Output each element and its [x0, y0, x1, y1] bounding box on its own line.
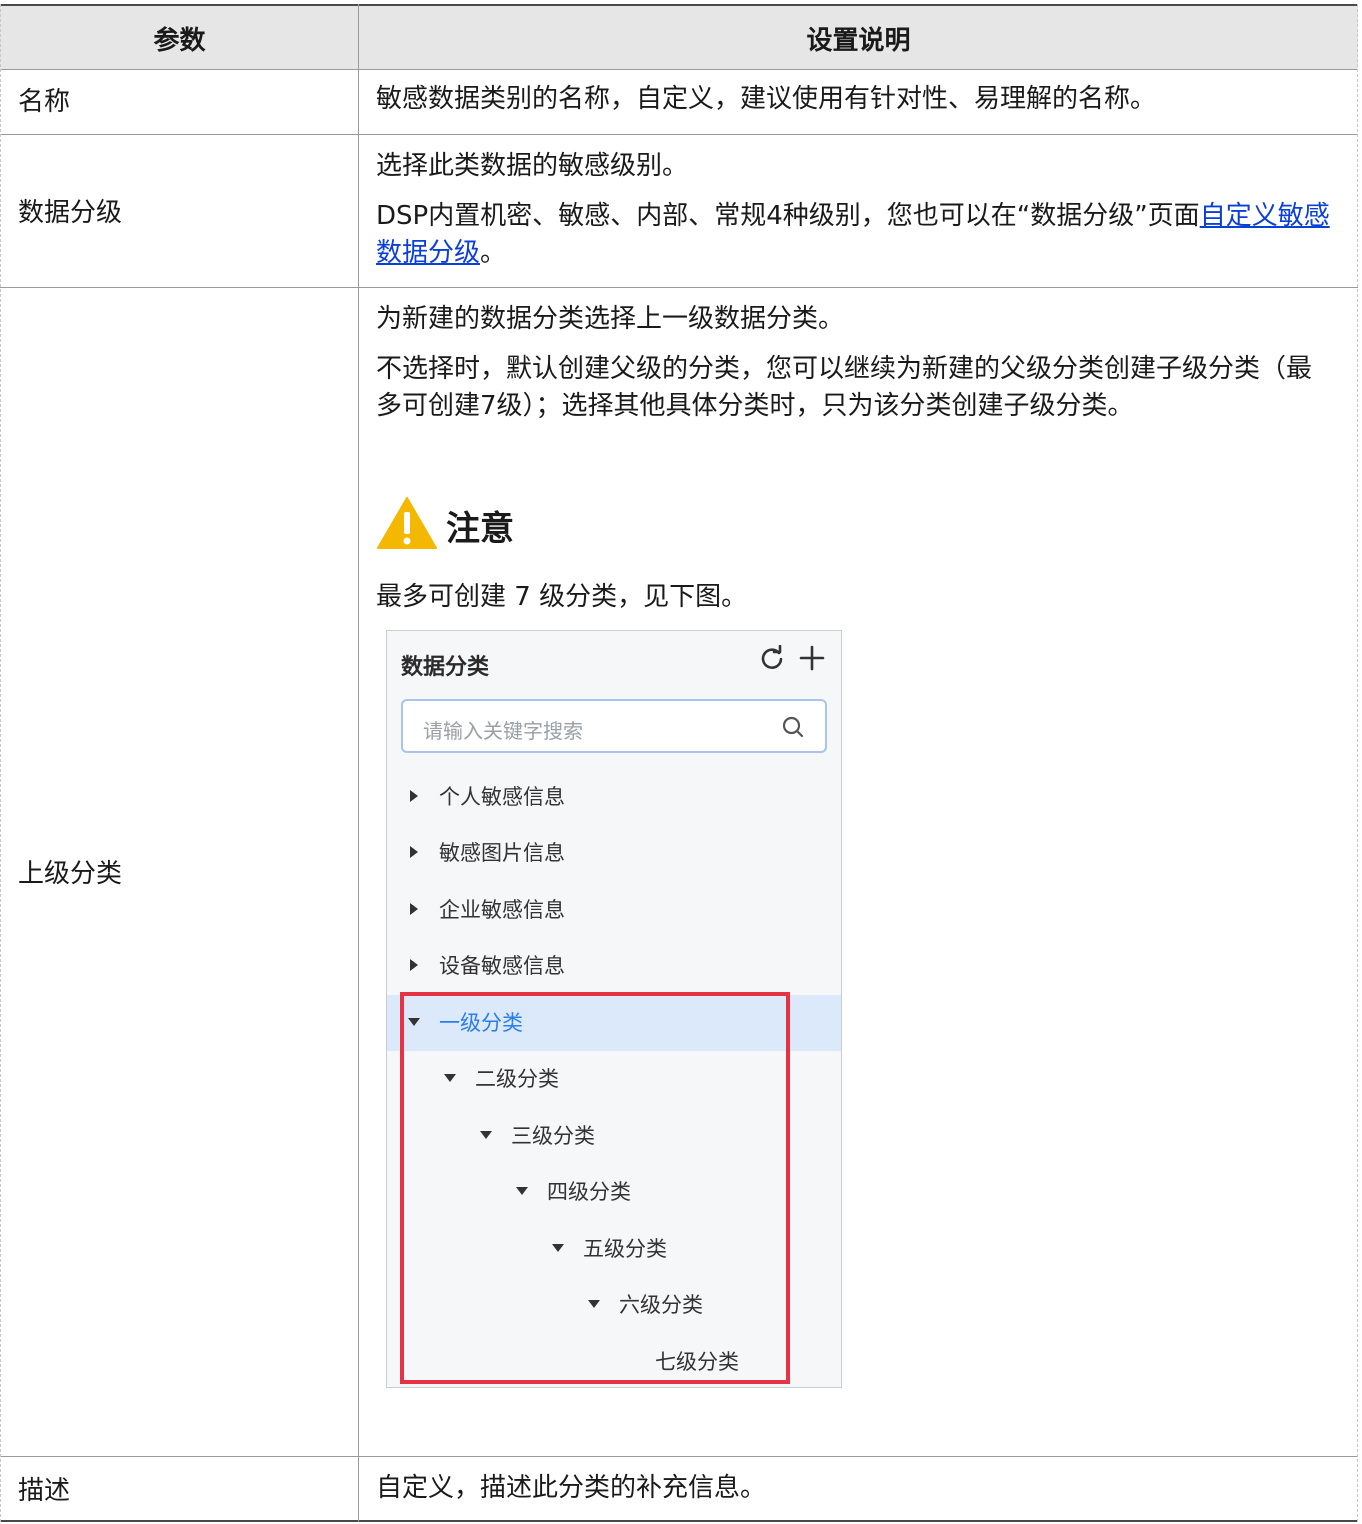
desc-text-end: 。 [480, 238, 507, 268]
search-input[interactable]: 请输入关键字搜索 [401, 699, 827, 753]
param-desc: 自定义，描述此分类的补充信息。 [376, 1473, 767, 1503]
tree-item-label: 个人敏感信息 [439, 785, 565, 809]
tree-item[interactable]: 个人敏感信息 [387, 769, 841, 825]
caret-right-icon [410, 846, 418, 858]
param-desc: 敏感数据类别的名称，自定义，建议使用有针对性、易理解的名称。 [376, 84, 1157, 114]
warning-icon [376, 496, 438, 554]
param-name: 名称 [18, 87, 71, 117]
table-row: 描述 自定义，描述此分类的补充信息。 [0, 1456, 1358, 1522]
header-param: 参数 [153, 26, 206, 56]
add-icon[interactable] [799, 645, 825, 671]
param-name: 描述 [18, 1476, 71, 1506]
caret-right-icon [410, 790, 418, 802]
search-placeholder: 请输入关键字搜索 [423, 719, 583, 743]
param-desc-2: DSP内置机密、敏感、内部、常规4种级别，您也可以在“数据分级”页面自定义敏感数… [376, 198, 1346, 272]
table-row: 数据分级 选择此类数据的敏感级别。 DSP内置机密、敏感、内部、常规4种级别，您… [0, 134, 1358, 287]
tree-item[interactable]: 企业敏感信息 [387, 882, 841, 938]
param-desc: 选择此类数据的敏感级别。 [376, 151, 689, 181]
note-title: 注意 [446, 508, 514, 549]
table-row: 名称 敏感数据类别的名称，自定义，建议使用有针对性、易理解的名称。 [0, 69, 1358, 134]
note-heading: 注意 [376, 496, 514, 554]
refresh-icon[interactable] [759, 644, 785, 671]
tree-item[interactable]: 设备敏感信息 [387, 938, 841, 994]
header-description: 设置说明 [806, 26, 911, 56]
param-name: 上级分类 [18, 859, 123, 889]
param-name: 数据分级 [18, 198, 123, 228]
caret-right-icon [410, 959, 418, 971]
table-header-row: 参数 设置说明 [0, 4, 1358, 69]
desc-text: DSP内置机密、敏感、内部、常规4种级别，您也可以在“数据分级”页面 [376, 201, 1200, 231]
tree-item-label: 设备敏感信息 [439, 954, 565, 978]
panel-title: 数据分类 [401, 655, 490, 680]
tree-item[interactable]: 敏感图片信息 [387, 825, 841, 881]
highlight-box [400, 992, 790, 1384]
note-text: 最多可创建 7 级分类，见下图。 [376, 582, 748, 612]
search-icon[interactable] [781, 715, 805, 739]
tree-item-label: 企业敏感信息 [439, 898, 565, 922]
tree-item-label: 敏感图片信息 [439, 841, 565, 865]
caret-right-icon [410, 903, 418, 915]
param-desc-2: 不选择时，默认创建父级的分类，您可以继续为新建的父级分类创建子级分类（最多可创建… [376, 354, 1313, 421]
param-desc: 为新建的数据分类选择上一级数据分类。 [376, 304, 845, 334]
